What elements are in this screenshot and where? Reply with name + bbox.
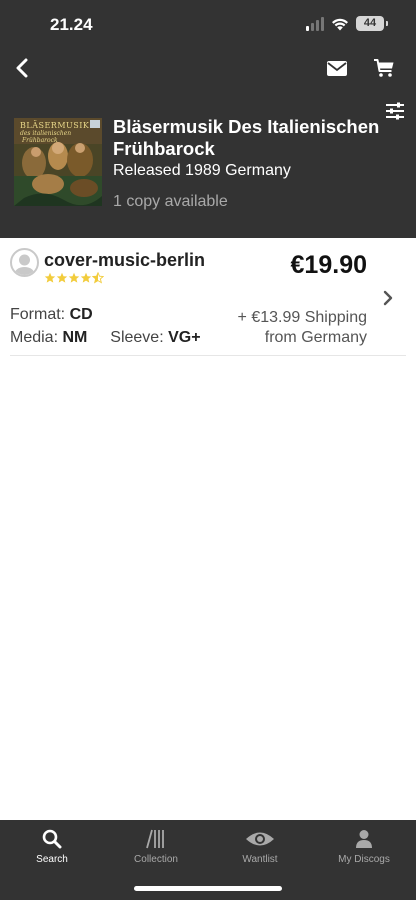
format-line: Format: CD xyxy=(10,306,93,324)
messages-button[interactable] xyxy=(326,58,348,78)
chevron-right-icon[interactable] xyxy=(381,290,395,306)
cart-icon xyxy=(374,59,394,77)
chevron-left-icon xyxy=(16,58,28,78)
status-icons: 44 xyxy=(306,16,388,31)
cover-subtitle-text-2: Frühbarock xyxy=(22,137,58,144)
collection-icon xyxy=(146,829,164,849)
cover-title-text: BLÄSERMUSIK xyxy=(20,121,90,130)
tab-search[interactable]: Search xyxy=(0,820,104,876)
tab-my-discogs[interactable]: My Discogs xyxy=(312,820,416,876)
cover-subtitle-text: des italienischen xyxy=(20,130,72,137)
back-button[interactable] xyxy=(10,56,34,80)
release-info: Released 1989 Germany xyxy=(113,162,291,179)
tab-collection[interactable]: Collection xyxy=(104,820,208,876)
star-icon xyxy=(56,272,68,283)
home-indicator[interactable] xyxy=(134,886,282,891)
shipping-cost: + €13.99 Shipping xyxy=(237,309,367,326)
star-half-icon xyxy=(92,272,104,284)
listing-row[interactable]: cover-music-berlin €19.90 Format: CD Med… xyxy=(0,238,416,356)
format-value: CD xyxy=(69,306,93,323)
tab-wantlist-label: Wantlist xyxy=(242,854,278,865)
star-icon xyxy=(68,272,80,283)
sleeve-value: VG+ xyxy=(168,329,201,346)
media-label: Media: xyxy=(10,329,59,346)
sleeve-label: Sleeve: xyxy=(110,329,164,346)
search-icon xyxy=(42,829,62,849)
condition-line: Media: NM Sleeve: VG+ xyxy=(10,329,201,347)
divider xyxy=(10,355,406,356)
listing-price: €19.90 xyxy=(290,251,367,279)
battery-icon: 44 xyxy=(356,16,388,31)
copies-available: 1 copy available xyxy=(113,193,228,210)
cart-button[interactable] xyxy=(373,57,395,79)
media-value: NM xyxy=(62,329,88,346)
eye-icon xyxy=(246,832,274,846)
tab-my-discogs-label: My Discogs xyxy=(338,854,390,865)
format-label: Format: xyxy=(10,306,66,323)
tab-search-label: Search xyxy=(36,854,68,865)
mail-icon xyxy=(327,60,347,76)
user-icon xyxy=(356,830,372,848)
seller-rating xyxy=(44,272,104,284)
avatar-placeholder-icon xyxy=(14,254,35,275)
wifi-icon xyxy=(332,18,348,30)
star-icon xyxy=(44,272,56,283)
header: 21.24 44 BLÄSERMUSIK des italienischen F… xyxy=(0,0,416,238)
album-cover[interactable]: BLÄSERMUSIK des italienischen Frühbarock xyxy=(14,118,102,206)
tab-wantlist[interactable]: Wantlist xyxy=(208,820,312,876)
release-title[interactable]: Bläsermusik Des Italienischen Frühbarock xyxy=(113,116,403,160)
signal-icon xyxy=(306,16,324,31)
shipping-info: + €13.99 Shipping from Germany xyxy=(238,308,367,348)
seller-avatar[interactable] xyxy=(10,248,39,277)
star-icon xyxy=(80,272,92,283)
seller-name[interactable]: cover-music-berlin xyxy=(44,250,205,271)
tab-collection-label: Collection xyxy=(134,854,178,865)
shipping-origin: from Germany xyxy=(264,329,367,346)
status-time: 21.24 xyxy=(50,15,93,34)
